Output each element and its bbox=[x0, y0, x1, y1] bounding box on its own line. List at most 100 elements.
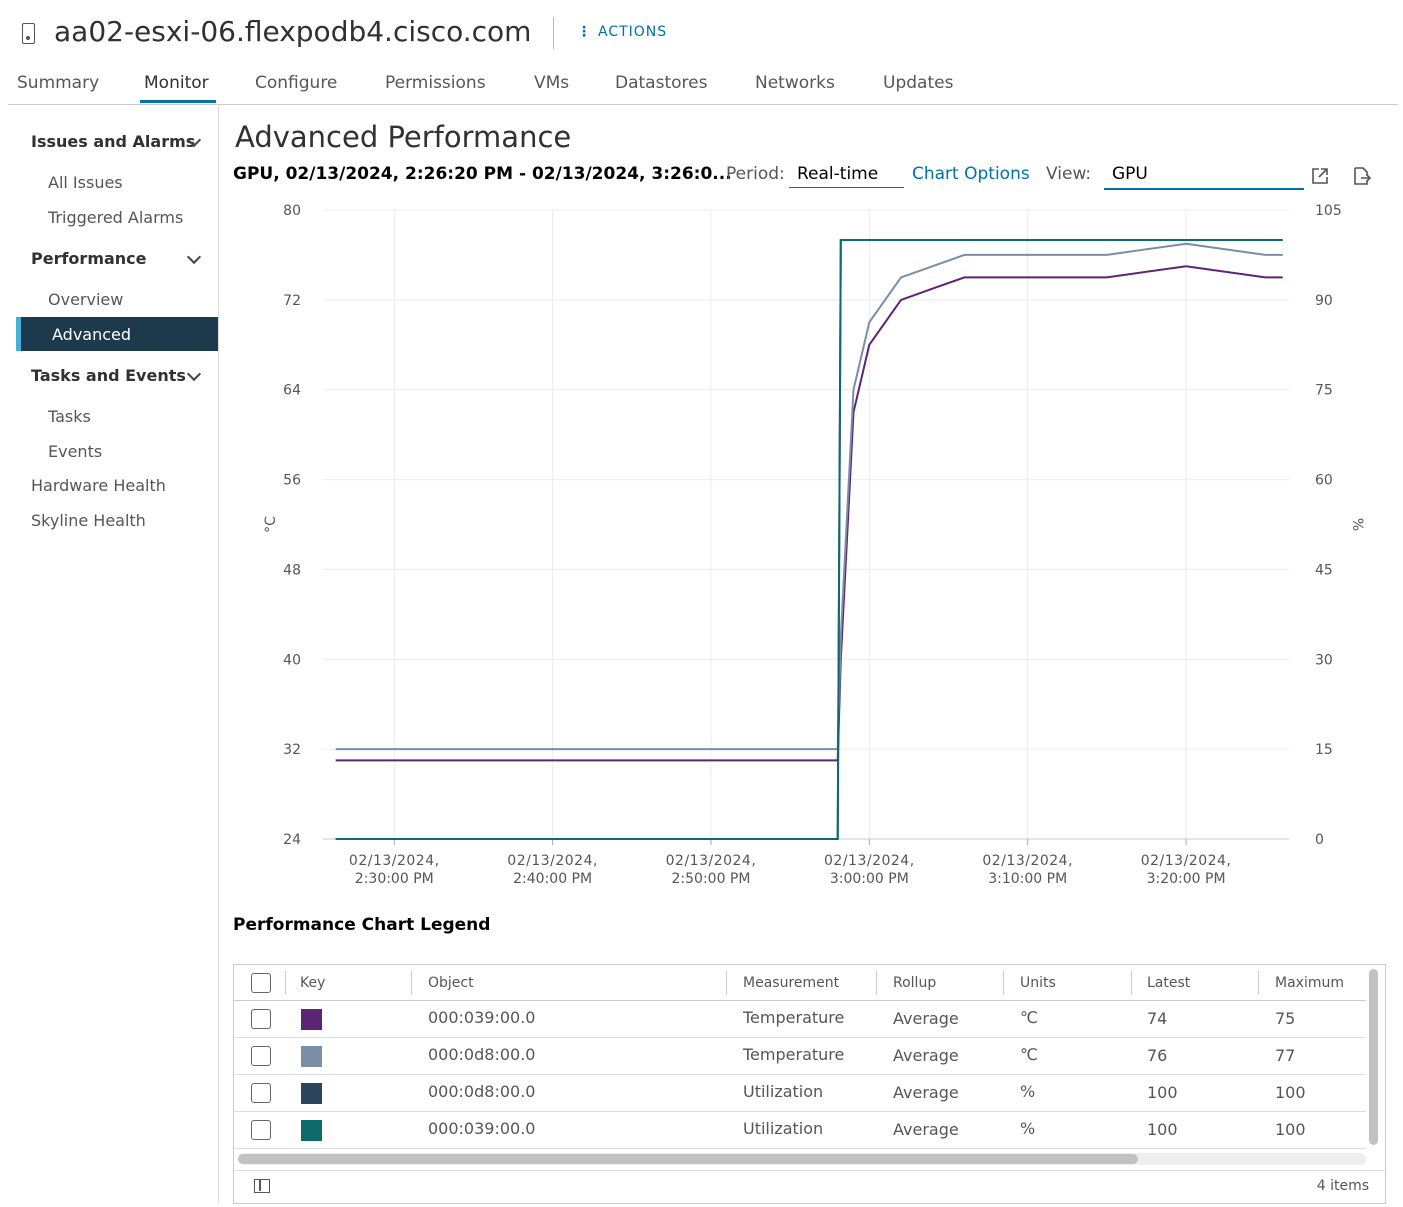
column-divider bbox=[876, 971, 877, 995]
x-tick-label: 02/13/2024, bbox=[824, 853, 915, 869]
view-select[interactable]: GPU bbox=[1104, 164, 1304, 190]
cell-object: 000:039:00.0 bbox=[428, 1008, 536, 1027]
cell-measurement: Temperature bbox=[743, 1045, 845, 1064]
row-checkbox[interactable] bbox=[251, 1120, 271, 1140]
header-measurement[interactable]: Measurement bbox=[743, 975, 839, 991]
header-object[interactable]: Object bbox=[428, 975, 474, 991]
cell-rollup: Average bbox=[893, 1046, 959, 1065]
tab-datastores[interactable]: Datastores bbox=[615, 73, 707, 93]
legend-table: Key Object Measurement Rollup Units Late… bbox=[233, 964, 1386, 1204]
cell-units: ℃ bbox=[1020, 1045, 1038, 1064]
cell-latest: 74 bbox=[1147, 1009, 1168, 1028]
x-tick-label: 2:50:00 PM bbox=[672, 871, 751, 887]
y-tick-label-right: 105 bbox=[1315, 203, 1342, 219]
y-tick-label-left: 72 bbox=[283, 293, 301, 309]
y-tick-label-left: 40 bbox=[283, 652, 301, 668]
x-tick-label: 3:00:00 PM bbox=[830, 871, 909, 887]
y-axis-label-right: % bbox=[1349, 518, 1365, 531]
performance-chart: 80 72 64 56 48 40 32 24 105 90 75 60 45 30 15 0 02/13/20… bbox=[233, 192, 1385, 904]
chart-toolbar: GPU, 02/13/2024, 2:26:20 PM - 02/13/2024… bbox=[233, 162, 1393, 190]
cell-maximum: 100 bbox=[1275, 1120, 1306, 1139]
footer-divider bbox=[234, 1170, 1385, 1171]
column-divider bbox=[1003, 971, 1004, 995]
sidebar-item-tasks[interactable]: Tasks bbox=[48, 407, 91, 426]
header-rollup[interactable]: Rollup bbox=[893, 975, 936, 991]
y-tick-label-left: 32 bbox=[283, 742, 301, 758]
actions-button[interactable]: ⋮ ACTIONS bbox=[577, 24, 667, 40]
select-all-checkbox[interactable] bbox=[251, 973, 271, 993]
y-tick-label-right: 75 bbox=[1315, 383, 1333, 399]
header-latest[interactable]: Latest bbox=[1147, 975, 1190, 991]
tab-vms[interactable]: VMs bbox=[534, 73, 569, 93]
page-title: Advanced Performance bbox=[235, 120, 572, 154]
sidebar-item-all-issues[interactable]: All Issues bbox=[48, 173, 123, 192]
sidebar-performance[interactable]: Performance bbox=[31, 249, 147, 268]
header-key[interactable]: Key bbox=[300, 975, 325, 991]
sidebar-item-advanced[interactable]: Advanced bbox=[52, 325, 131, 344]
column-divider bbox=[1131, 971, 1132, 995]
sidebar-item-hardware-health[interactable]: Hardware Health bbox=[31, 476, 166, 495]
header-maximum[interactable]: Maximum bbox=[1275, 975, 1344, 991]
tab-bar: Summary Monitor Configure Permissions VM… bbox=[8, 68, 1398, 105]
popout-icon[interactable] bbox=[1310, 166, 1330, 186]
chevron-down-icon[interactable] bbox=[186, 249, 202, 265]
column-divider bbox=[411, 971, 412, 995]
sidebar-item-overview[interactable]: Overview bbox=[48, 290, 123, 309]
time-range: GPU, 02/13/2024, 2:26:20 PM - 02/13/2024… bbox=[233, 164, 732, 184]
chart-svg: 80 72 64 56 48 40 32 24 105 90 75 60 45 30 15 0 02/13/20… bbox=[263, 203, 1365, 887]
export-icon[interactable] bbox=[1351, 166, 1371, 186]
period-select[interactable]: Real-time bbox=[789, 164, 904, 188]
cell-maximum: 77 bbox=[1275, 1046, 1296, 1065]
column-divider bbox=[726, 971, 727, 995]
cell-units: ℃ bbox=[1020, 1008, 1038, 1027]
sidebar-tasks-and-events[interactable]: Tasks and Events bbox=[31, 366, 186, 385]
x-tick-label: 3:10:00 PM bbox=[988, 871, 1067, 887]
x-tick-label: 3:20:00 PM bbox=[1147, 871, 1226, 887]
y-tick-label-right: 0 bbox=[1315, 832, 1324, 848]
row-checkbox[interactable] bbox=[251, 1009, 271, 1029]
header-units[interactable]: Units bbox=[1020, 975, 1056, 991]
cell-measurement: Utilization bbox=[743, 1082, 824, 1101]
sidebar: Issues and Alarms All Issues Triggered A… bbox=[8, 104, 219, 1204]
cell-measurement: Utilization bbox=[743, 1119, 824, 1138]
sidebar-issues-and-alarms[interactable]: Issues and Alarms bbox=[31, 132, 195, 151]
column-toggle-icon[interactable] bbox=[254, 1179, 270, 1193]
tab-configure[interactable]: Configure bbox=[255, 73, 337, 93]
x-tick-label: 02/13/2024, bbox=[982, 853, 1073, 869]
row-divider bbox=[234, 1111, 1366, 1112]
tab-networks[interactable]: Networks bbox=[755, 73, 835, 93]
row-checkbox[interactable] bbox=[251, 1083, 271, 1103]
cell-units: % bbox=[1020, 1119, 1036, 1138]
tab-updates[interactable]: Updates bbox=[883, 73, 953, 93]
y-axis-label-left: °C bbox=[263, 516, 279, 533]
chevron-down-icon[interactable] bbox=[186, 366, 202, 382]
horizontal-scrollbar[interactable] bbox=[238, 1154, 1138, 1164]
sidebar-item-events[interactable]: Events bbox=[48, 442, 102, 461]
sidebar-item-skyline-health[interactable]: Skyline Health bbox=[31, 511, 146, 530]
legend-swatch bbox=[301, 1083, 322, 1104]
cell-rollup: Average bbox=[893, 1120, 959, 1139]
y-tick-label-left: 24 bbox=[283, 832, 301, 848]
x-tick-label: 02/13/2024, bbox=[507, 853, 598, 869]
cell-maximum: 100 bbox=[1275, 1083, 1306, 1102]
tab-monitor[interactable]: Monitor bbox=[144, 73, 209, 93]
series-line bbox=[335, 242, 1283, 751]
cell-measurement: Temperature bbox=[743, 1008, 845, 1027]
item-count: 4 items bbox=[1316, 1178, 1369, 1194]
sidebar-item-triggered-alarms[interactable]: Triggered Alarms bbox=[48, 208, 183, 227]
y-tick-label-left: 56 bbox=[283, 473, 301, 489]
cell-rollup: Average bbox=[893, 1083, 959, 1102]
cell-units: % bbox=[1020, 1082, 1036, 1101]
host-title: aa02-esxi-06.flexpodb4.cisco.com bbox=[54, 15, 532, 48]
tab-summary[interactable]: Summary bbox=[17, 73, 99, 93]
cell-latest: 100 bbox=[1147, 1083, 1178, 1102]
vsphere-panel: aa02-esxi-06.flexpodb4.cisco.com ⋮ ACTION… bbox=[8, 6, 1398, 1204]
cell-object: 000:0d8:00.0 bbox=[428, 1082, 536, 1101]
cell-latest: 76 bbox=[1147, 1046, 1168, 1065]
vertical-scrollbar[interactable] bbox=[1369, 969, 1378, 1145]
tab-permissions[interactable]: Permissions bbox=[385, 73, 486, 93]
legend-swatch bbox=[301, 1120, 322, 1141]
series-line bbox=[335, 265, 1283, 762]
row-checkbox[interactable] bbox=[251, 1046, 271, 1066]
chart-options-link[interactable]: Chart Options bbox=[912, 164, 1030, 184]
